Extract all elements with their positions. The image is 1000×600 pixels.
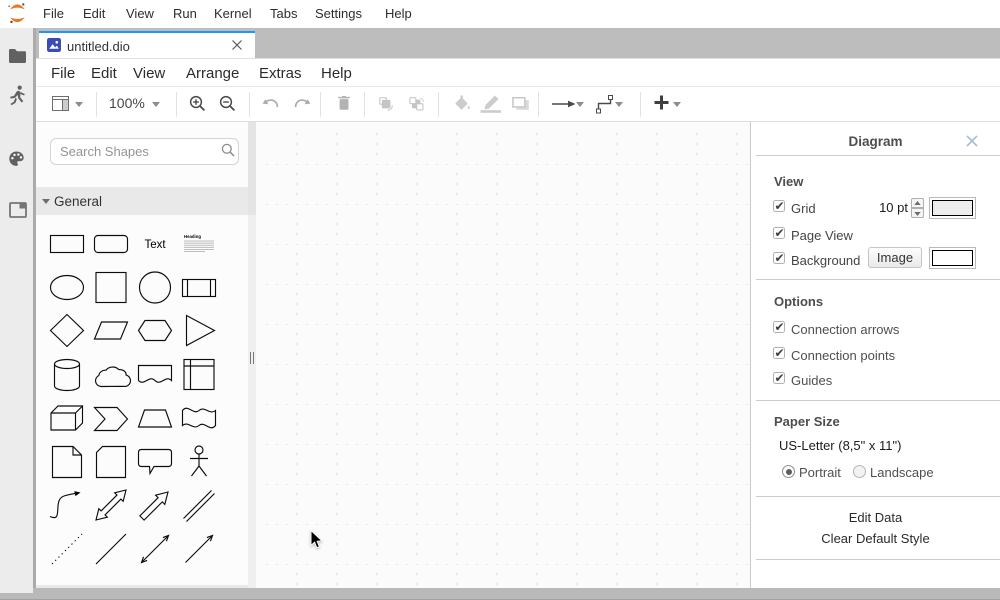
svg-text:Heading: Heading: [184, 234, 201, 239]
svg-text:Text: Text: [144, 239, 166, 251]
